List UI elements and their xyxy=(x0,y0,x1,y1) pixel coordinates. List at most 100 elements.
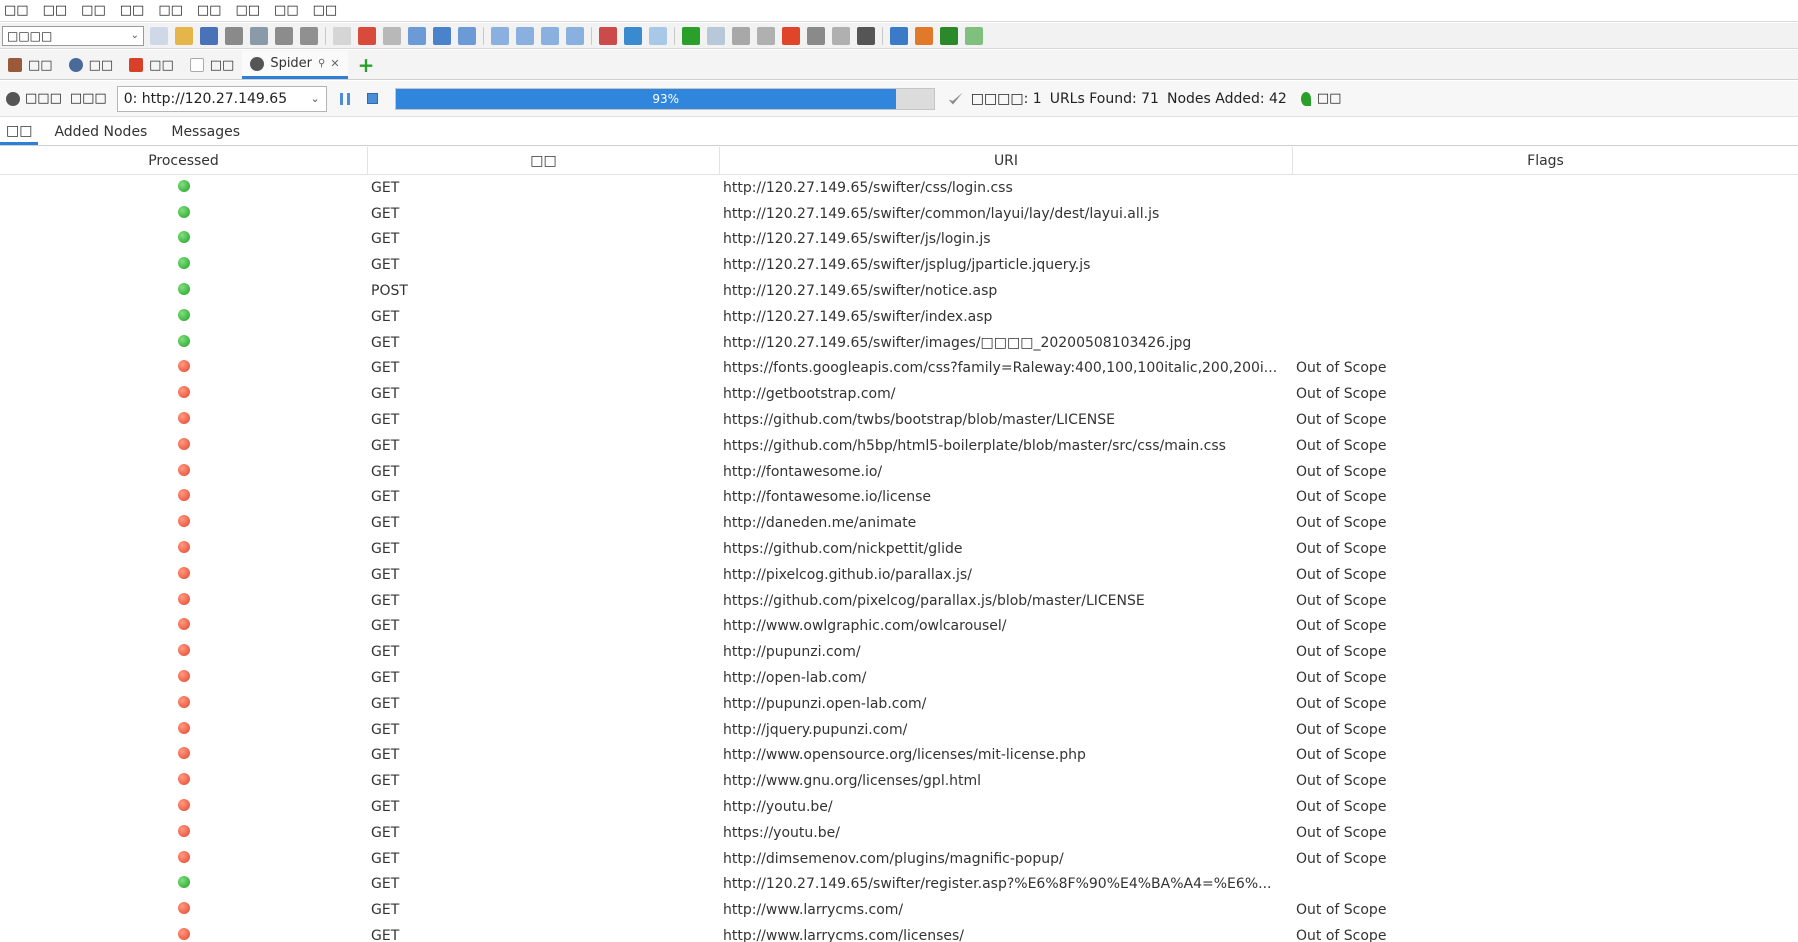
expand-full-icon[interactable] xyxy=(566,26,584,45)
expand-sites-icon[interactable] xyxy=(516,26,534,45)
table-row[interactable]: GET http://www.gnu.org/licenses/gpl.html O… xyxy=(0,768,1798,794)
menu-file[interactable]: □□ xyxy=(4,3,29,18)
flags-cell: Out of Scope xyxy=(1296,386,1387,403)
open-session-icon[interactable] xyxy=(175,26,193,45)
tab-alerts[interactable]: □□ xyxy=(121,51,182,79)
tab-search[interactable]: □□ xyxy=(61,51,122,79)
table-row[interactable]: GET http://www.owlgraphic.com/owlcarousel… xyxy=(0,614,1798,640)
menu-help[interactable]: □□ xyxy=(313,3,338,18)
subtab-added-nodes[interactable]: Added Nodes xyxy=(46,119,155,145)
tab-spider[interactable]: Spider ⚲ ✕ xyxy=(242,51,348,79)
subtab-messages[interactable]: Messages xyxy=(163,119,248,145)
scripts-icon[interactable] xyxy=(832,26,850,45)
add-tab-button[interactable]: + xyxy=(348,51,385,79)
show-tabs-icon[interactable] xyxy=(491,26,509,45)
break-on-icon[interactable] xyxy=(682,26,700,45)
tab-output[interactable]: □□ xyxy=(182,51,243,79)
table-row[interactable]: GET http://120.27.149.65/swifter/register… xyxy=(0,872,1798,898)
console-icon[interactable] xyxy=(857,26,875,45)
snapshot-icon[interactable] xyxy=(225,26,243,45)
hud-icon[interactable] xyxy=(940,26,958,45)
table-row[interactable]: GET https://github.com/twbs/bootstrap/blo… xyxy=(0,407,1798,433)
menu-tools[interactable]: □□ xyxy=(197,3,222,18)
table-row[interactable]: GET http://120.27.149.65/swifter/jsplug/j… xyxy=(0,252,1798,278)
table-row[interactable]: GET http://daneden.me/animate Out of Scope xyxy=(0,510,1798,536)
menu-view[interactable]: □□ xyxy=(81,3,106,18)
flags-cell xyxy=(1293,278,1798,304)
table-row[interactable]: GET http://pupunzi.com/Out of Scope xyxy=(0,639,1798,665)
scan-policy-icon[interactable] xyxy=(599,26,617,45)
column-header-flags[interactable]: Flags xyxy=(1293,147,1798,175)
table-row[interactable]: GET https://fonts.googleapis.com/css?fami… xyxy=(0,356,1798,382)
table-row[interactable]: POST http://120.27.149.65/swifter/notice.… xyxy=(0,278,1798,304)
stop-button[interactable] xyxy=(363,89,383,109)
table-row[interactable]: GET http://120.27.149.65/swifter/css/logi… xyxy=(0,175,1798,201)
pin-icon[interactable]: ⚲ xyxy=(318,58,325,69)
mode-select[interactable]: □□□□ ⌄ xyxy=(2,25,144,46)
layout-full-icon[interactable] xyxy=(383,26,401,45)
session-properties-icon[interactable] xyxy=(250,26,268,45)
table-row[interactable]: GET https://youtu.be/Out of Scope xyxy=(0,820,1798,846)
layout-bottom-icon[interactable] xyxy=(433,26,451,45)
processed-cell xyxy=(0,407,368,433)
uri-cell: http://www.gnu.org/licenses/gpl.html xyxy=(723,773,982,790)
not-processed-icon xyxy=(178,824,190,837)
pause-button[interactable] xyxy=(335,89,355,109)
cancel-x-icon[interactable] xyxy=(782,26,800,45)
method-cell: GET xyxy=(371,179,400,196)
lightbulb-icon[interactable] xyxy=(649,26,667,45)
menu-import[interactable]: □□ xyxy=(235,3,260,18)
table-row[interactable]: GET http://www.opensource.org/licenses/mi… xyxy=(0,743,1798,769)
table-row[interactable]: GET https://github.com/h5bp/html5-boilerp… xyxy=(0,433,1798,459)
options-gear-icon[interactable] xyxy=(275,26,293,45)
export-icon[interactable] xyxy=(300,26,318,45)
table-row[interactable]: GET http://fontawesome.io/license Out of S… xyxy=(0,485,1798,511)
column-header-uri[interactable]: URI xyxy=(720,147,1293,175)
menu-edit[interactable]: □□ xyxy=(43,3,68,18)
browser-icon[interactable] xyxy=(915,26,933,45)
menu-online[interactable]: □□ xyxy=(274,3,299,18)
table-row[interactable]: GET http://fontawesome.io/Out of Scope xyxy=(0,459,1798,485)
layout-left-icon[interactable] xyxy=(408,26,426,45)
delete-icon[interactable] xyxy=(358,26,376,45)
table-row[interactable]: GET http://pixelcog.github.io/parallax.js… xyxy=(0,562,1798,588)
column-header-processed[interactable]: Processed xyxy=(0,147,368,175)
table-row[interactable]: GET http://getbootstrap.com/Out of Scope xyxy=(0,381,1798,407)
help-icon[interactable] xyxy=(890,26,908,45)
drop-icon[interactable] xyxy=(757,26,775,45)
table-row[interactable]: GET http://120.27.149.65/swifter/images/□… xyxy=(0,330,1798,356)
layout-tabs-icon[interactable] xyxy=(458,26,476,45)
table-row[interactable]: GET http://jquery.pupunzi.com/Out of Scop… xyxy=(0,717,1798,743)
subtab-urls[interactable]: □□ xyxy=(0,119,39,145)
table-row[interactable]: GET http://open-lab.com/Out of Scope xyxy=(0,665,1798,691)
results-table-body[interactable]: GET http://120.27.149.65/swifter/css/logi… xyxy=(0,175,1798,942)
column-header-method[interactable]: □□ xyxy=(368,147,720,175)
menu-report[interactable]: □□ xyxy=(158,3,183,18)
new-context-icon[interactable] xyxy=(333,26,351,45)
save-session-icon[interactable] xyxy=(200,26,218,45)
table-row[interactable]: GET http://pupunzi.open-lab.com/Out of Sc… xyxy=(0,691,1798,717)
continue-icon[interactable] xyxy=(732,26,750,45)
export-button[interactable]: □□ xyxy=(1300,91,1341,106)
step-icon[interactable] xyxy=(707,26,725,45)
menu-analyse[interactable]: □□ xyxy=(120,3,145,18)
new-scan-button[interactable]: □□□ xyxy=(25,91,62,106)
table-row[interactable]: GET http://120.27.149.65/swifter/index.as… xyxy=(0,304,1798,330)
table-row[interactable]: GET http://youtu.be/Out of Scope xyxy=(0,794,1798,820)
tab-history[interactable]: □□ xyxy=(0,51,61,79)
close-icon[interactable]: ✕ xyxy=(330,57,339,70)
table-row[interactable]: GET https://github.com/nickpettit/glide Ou… xyxy=(0,536,1798,562)
not-processed-icon xyxy=(178,592,190,605)
table-row[interactable]: GET http://dimsemenov.com/plugins/magnifi… xyxy=(0,846,1798,872)
scan-select[interactable]: 0: http://120.27.149.65 ⌄ xyxy=(116,85,327,112)
table-row[interactable]: GET http://www.larrycms.com/licenses/Out … xyxy=(0,923,1798,942)
table-row[interactable]: GET http://120.27.149.65/swifter/js/login… xyxy=(0,227,1798,253)
new-session-icon[interactable] xyxy=(150,26,168,45)
table-row[interactable]: GET https://github.com/pixelcog/parallax.… xyxy=(0,588,1798,614)
manual-request-icon[interactable] xyxy=(807,26,825,45)
expand-info-icon[interactable] xyxy=(541,26,559,45)
globe-icon[interactable] xyxy=(624,26,642,45)
table-row[interactable]: GET http://www.larrycms.com/Out of Scope xyxy=(0,897,1798,923)
notes-icon[interactable] xyxy=(965,26,983,45)
table-row[interactable]: GET http://120.27.149.65/swifter/common/l… xyxy=(0,201,1798,227)
